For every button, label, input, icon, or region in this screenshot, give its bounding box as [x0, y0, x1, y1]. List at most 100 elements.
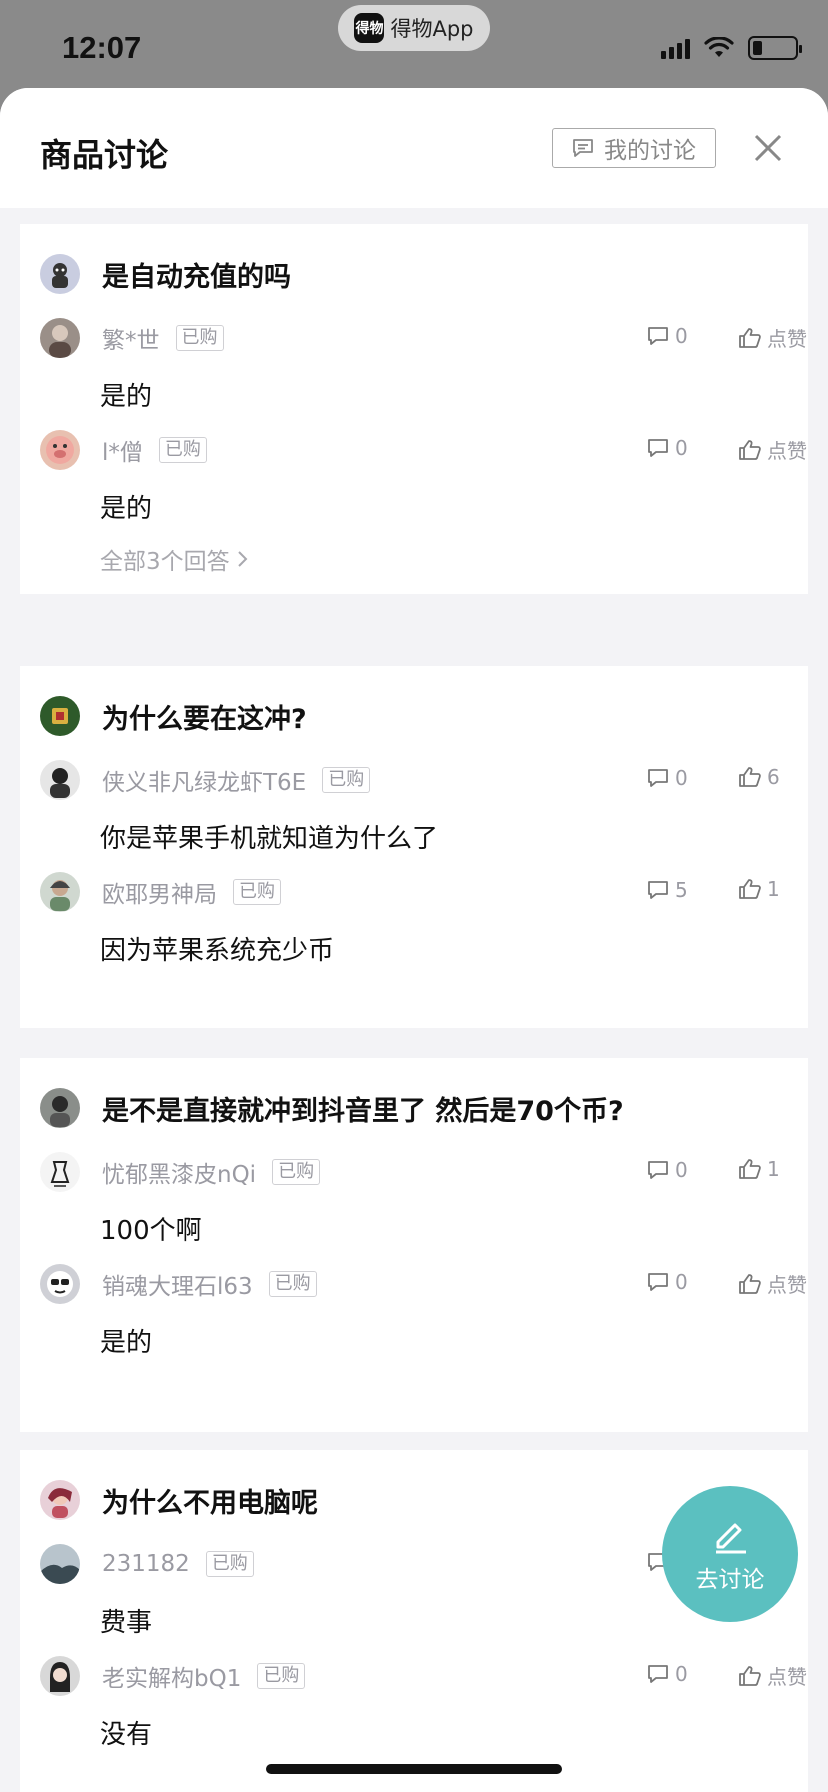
question-row[interactable]: 为什么不用电脑呢: [40, 1480, 318, 1520]
bought-badge: 已购: [272, 1159, 321, 1185]
username[interactable]: l*僧: [102, 433, 143, 467]
bought-badge: 已购: [257, 1663, 306, 1689]
like-count: 6: [767, 765, 780, 789]
question-text: 是不是直接就冲到抖音里了 然后是70个币?: [102, 1095, 624, 1127]
thumbs-up-icon: [739, 439, 761, 460]
reply-button[interactable]: 0: [647, 766, 688, 790]
home-indicator[interactable]: [266, 1764, 562, 1774]
avatar: [40, 1656, 80, 1696]
avatar: [40, 696, 80, 736]
comment-icon: [648, 769, 668, 787]
battery-icon: [748, 36, 802, 60]
bought-badge: 已购: [175, 325, 224, 351]
reply-count: 0: [675, 766, 688, 790]
answer-text: 是的: [100, 1328, 153, 1358]
like-button[interactable]: 点赞: [738, 1661, 807, 1690]
like-button[interactable]: 1: [738, 877, 780, 901]
question-row[interactable]: 是不是直接就冲到抖音里了 然后是70个币?: [40, 1088, 624, 1128]
answer-row: 销魂大理石l63 已购 0 点赞: [40, 1264, 808, 1304]
username[interactable]: 231182: [102, 1551, 190, 1577]
like-button[interactable]: 点赞: [738, 323, 807, 352]
answer-row: 侠义非凡绿龙虾T6E 已购 0 6: [40, 760, 808, 800]
answer-row: l*僧 已购 0 点赞: [40, 430, 808, 470]
thumbs-up-icon: [739, 767, 761, 787]
like-button[interactable]: 6: [738, 765, 780, 789]
answer-row: 欧耶男神局 已购 5 1: [40, 872, 808, 912]
answer-row: 忧郁黑漆皮nQi 已购 0 1: [40, 1152, 808, 1192]
pencil-icon: [716, 1523, 746, 1554]
reply-count: 0: [675, 1270, 688, 1294]
question-row[interactable]: 为什么要在这冲?: [40, 696, 307, 736]
question-text: 为什么要在这冲?: [102, 703, 307, 735]
my-discussion-button[interactable]: 我的讨论: [552, 128, 716, 168]
username[interactable]: 销魂大理石l63: [102, 1267, 253, 1301]
answer-row: 繁*世 已购 0 点赞: [40, 318, 808, 358]
status-icons: [661, 36, 802, 60]
comment-icon: [648, 1665, 668, 1683]
like-count: 点赞: [767, 439, 807, 463]
bought-badge: 已购: [268, 1271, 317, 1297]
comment-icon: [648, 1273, 668, 1291]
username[interactable]: 侠义非凡绿龙虾T6E: [102, 763, 306, 797]
avatar: [40, 1480, 80, 1520]
go-discuss-label: 去讨论: [695, 1567, 765, 1593]
reply-button[interactable]: 0: [647, 436, 688, 460]
app-switch-pill[interactable]: 得物 得物App: [338, 5, 490, 51]
reply-button[interactable]: 0: [647, 1270, 688, 1294]
go-discuss-button[interactable]: 去讨论: [662, 1486, 798, 1622]
answer-text: 因为苹果系统充少币: [100, 936, 335, 966]
like-count: 点赞: [767, 327, 807, 351]
app-name: 得物App: [390, 17, 474, 41]
wifi-icon: [704, 37, 734, 57]
username[interactable]: 繁*世: [102, 321, 160, 355]
answer-text: 你是苹果手机就知道为什么了: [100, 824, 439, 854]
like-count: 1: [767, 877, 780, 901]
page-title: 商品讨论: [40, 136, 169, 174]
discussion-card: 是不是直接就冲到抖音里了 然后是70个币? 忧郁黑漆皮nQi 已购 0 1 1 0…: [20, 1058, 808, 1432]
thumbs-up-icon: [739, 1665, 761, 1686]
answer-text: 没有: [100, 1720, 153, 1750]
avatar: [40, 1544, 80, 1584]
close-icon[interactable]: [748, 128, 788, 168]
username[interactable]: 老实解构bQ1: [102, 1659, 241, 1693]
reply-button[interactable]: 0: [647, 1158, 688, 1182]
avatar: [40, 430, 80, 470]
question-text: 是自动充值的吗: [102, 261, 291, 293]
username[interactable]: 欧耶男神局: [102, 875, 217, 909]
avatar: [40, 1088, 80, 1128]
reply-count: 5: [675, 878, 688, 902]
avatar: [40, 872, 80, 912]
all-answers-label: 全部3个回答: [100, 549, 230, 575]
status-bar: 12:07 得物 得物App: [0, 0, 828, 88]
thumbs-up-icon: [739, 879, 761, 899]
reply-button[interactable]: 0: [647, 324, 688, 348]
comment-icon: [648, 881, 668, 899]
all-answers-link[interactable]: 全部3个回答: [100, 542, 250, 576]
avatar: [40, 318, 80, 358]
bought-badge: 已购: [233, 879, 281, 905]
like-button[interactable]: 点赞: [738, 1269, 807, 1298]
reply-button[interactable]: 0: [647, 1662, 688, 1686]
answer-text: 是的: [100, 382, 153, 412]
question-row[interactable]: 是自动充值的吗: [40, 254, 291, 294]
comment-icon: [648, 439, 668, 457]
thumbs-up-icon: [739, 1159, 761, 1179]
sheet-header: 商品讨论 我的讨论: [0, 88, 828, 208]
like-button[interactable]: 点赞: [738, 435, 807, 464]
reply-count: 0: [675, 324, 688, 348]
my-discussion-label: 我的讨论: [604, 138, 696, 164]
like-button[interactable]: 1: [738, 1157, 780, 1181]
reply-button[interactable]: 5: [647, 878, 688, 902]
cellular-signal-icon: [661, 37, 690, 59]
discussion-card: 是自动充值的吗 繁*世 已购 0 点赞 是的 l*僧 已购 0 点赞 是的 全部…: [20, 224, 808, 594]
status-time: 12:07: [62, 30, 142, 65]
username[interactable]: 忧郁黑漆皮nQi: [102, 1155, 256, 1189]
answer-text: 费事: [100, 1608, 153, 1638]
reply-count: 0: [675, 436, 688, 460]
answer-text: 是的: [100, 494, 153, 524]
reply-count: 0: [675, 1158, 688, 1182]
chevron-right-icon: [237, 551, 248, 567]
avatar: [40, 254, 80, 294]
avatar: [40, 760, 80, 800]
thumbs-up-icon: [739, 327, 761, 348]
